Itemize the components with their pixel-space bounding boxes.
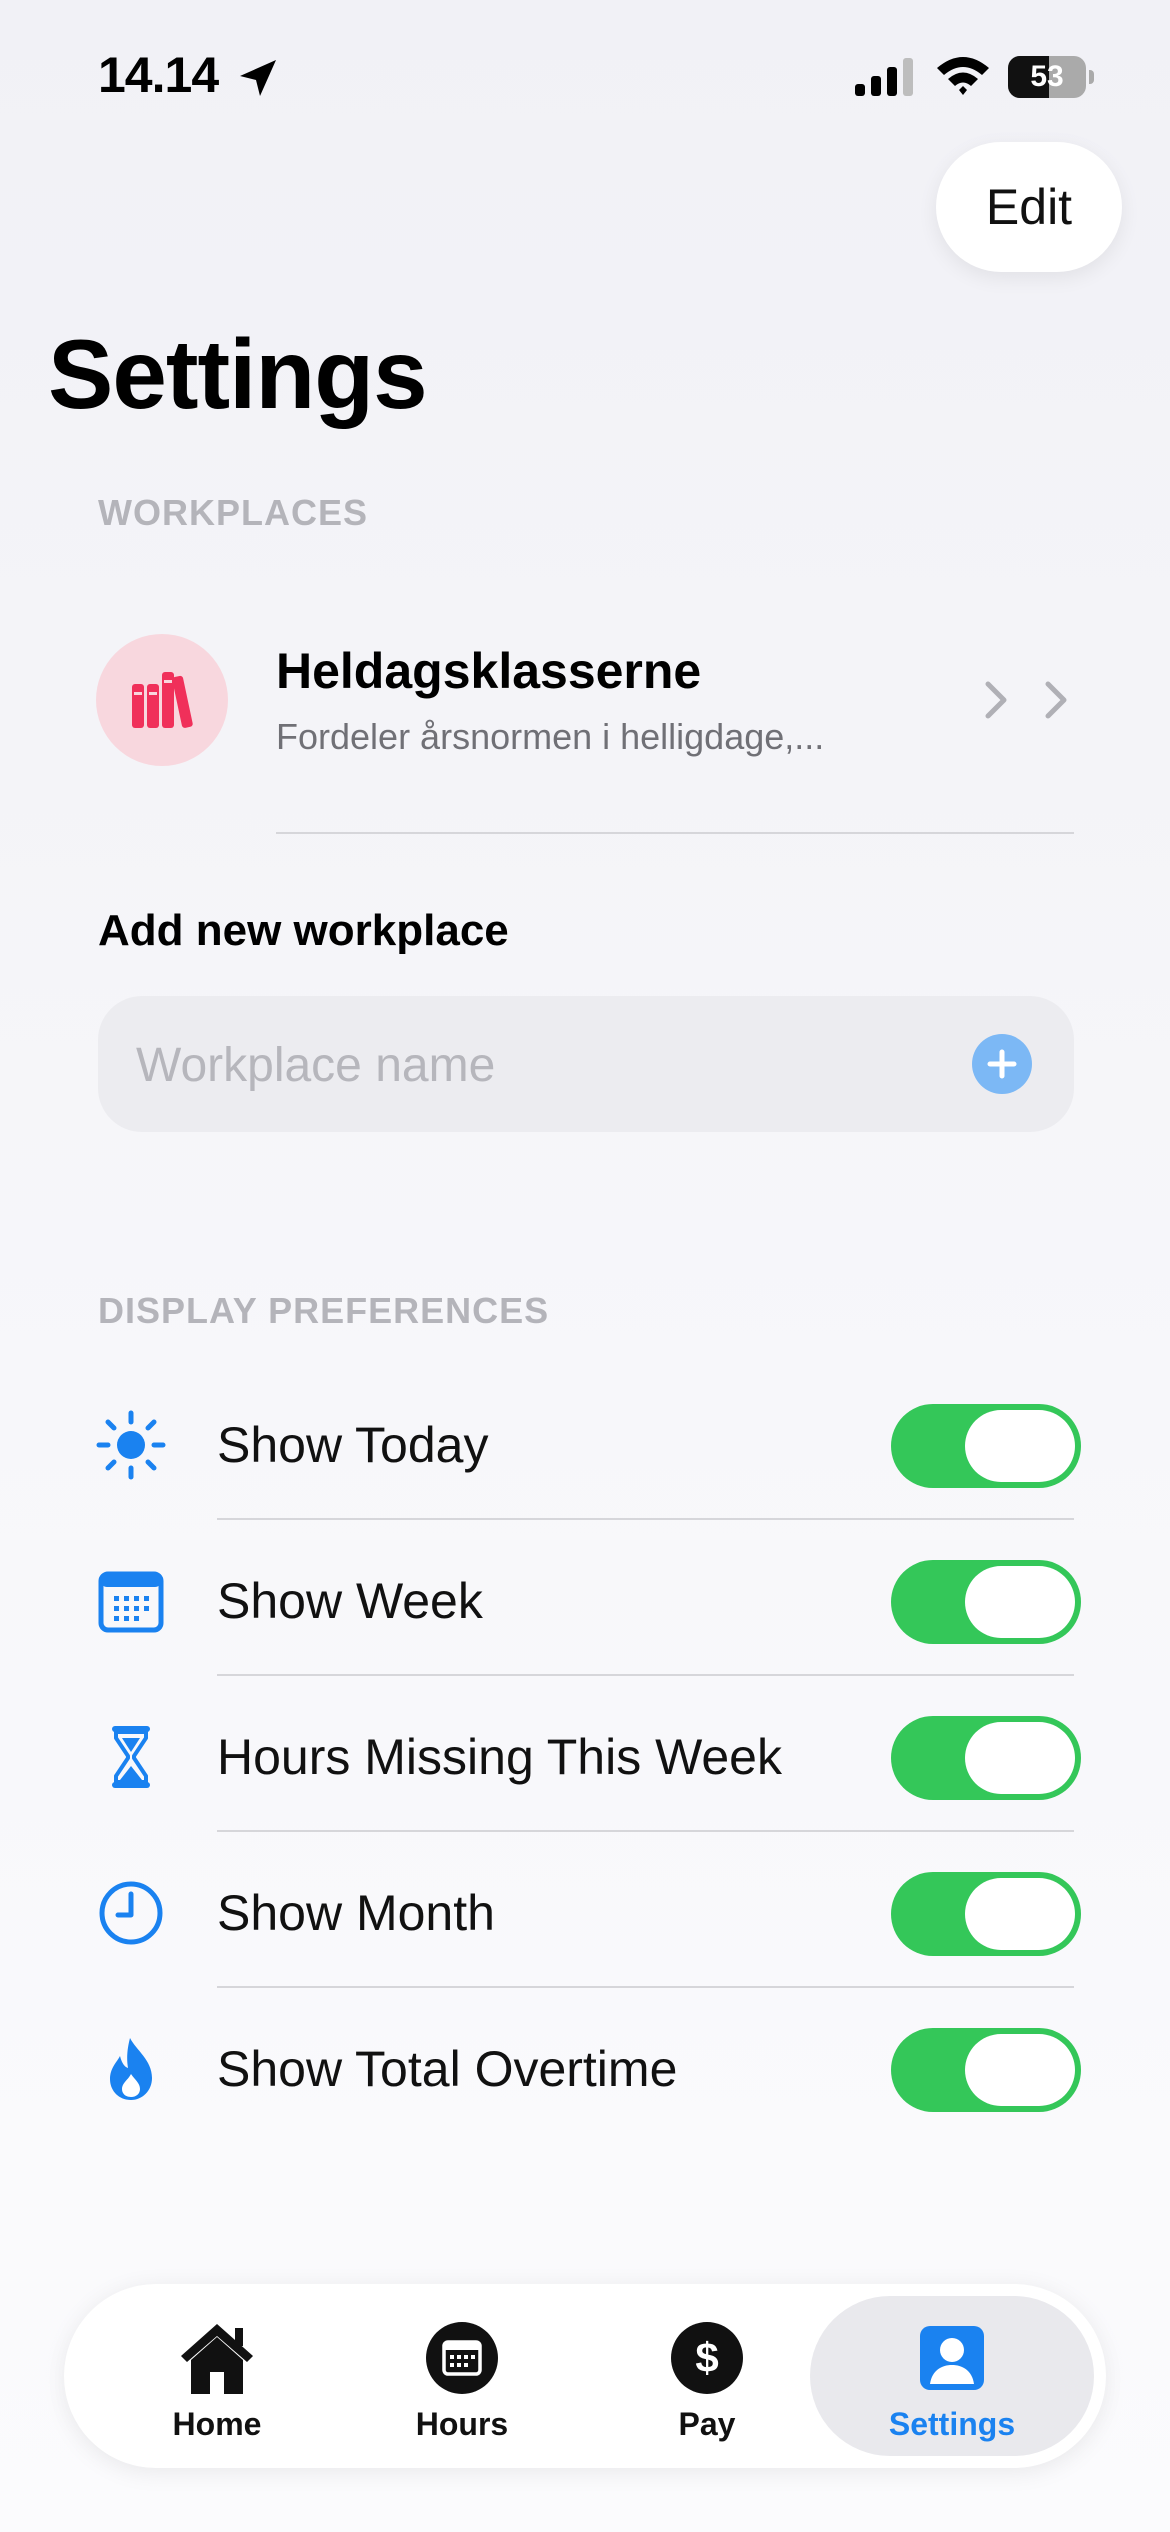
add-workplace-button[interactable] — [972, 1034, 1032, 1094]
show-total-overtime-toggle[interactable] — [891, 2028, 1081, 2112]
tab-label: Hours — [415, 2406, 509, 2442]
preference-row-hours-missing: Hours Missing This Week — [96, 1676, 1086, 1831]
preference-label: Hours Missing This Week — [217, 1729, 782, 1785]
tab-hours[interactable]: Hours — [337, 2296, 587, 2456]
sun-icon — [96, 1410, 166, 1480]
tab-bar: Home Hours $ Pay Settings — [64, 2284, 1106, 2468]
plus-icon — [987, 1049, 1017, 1079]
location-arrow-icon — [240, 60, 276, 96]
hours-missing-toggle[interactable] — [891, 1716, 1081, 1800]
preference-row-show-week: Show Week — [96, 1520, 1086, 1675]
preference-row-show-total-overtime: Show Total Overtime — [96, 1988, 1086, 2143]
preference-row-show-today: Show Today — [96, 1364, 1086, 1519]
house-icon — [181, 2324, 253, 2394]
person-icon — [920, 2326, 984, 2390]
dollar-circle-icon: $ — [671, 2322, 743, 2394]
wifi-icon — [937, 57, 989, 95]
workplaces-section-header: WORKPLACES — [98, 492, 368, 533]
svg-text:$: $ — [695, 2334, 718, 2381]
show-today-toggle[interactable] — [891, 1404, 1081, 1488]
divider — [276, 832, 1074, 834]
battery-level: 53 — [1030, 60, 1064, 93]
flame-icon — [110, 2038, 152, 2100]
workplace-avatar — [96, 634, 228, 766]
tab-pay[interactable]: $ Pay — [582, 2296, 832, 2456]
books-icon — [132, 672, 193, 728]
tab-label: Settings — [888, 2406, 1016, 2442]
preference-label: Show Month — [217, 1885, 495, 1941]
calendar-icon — [98, 1571, 164, 1633]
cellular-signal-icon — [855, 58, 913, 96]
show-week-toggle[interactable] — [891, 1560, 1081, 1644]
display-preferences-section-header: DISPLAY PREFERENCES — [98, 1290, 550, 1331]
workplace-name: Heldagsklasserne — [276, 643, 702, 699]
page-title: Settings — [48, 319, 428, 429]
workplace-name-input[interactable] — [134, 996, 938, 1134]
battery-indicator: 53 — [1008, 56, 1094, 98]
clock-icon — [99, 1881, 163, 1945]
tab-home[interactable]: Home — [92, 2296, 342, 2456]
chevron-right-icon — [1045, 681, 1067, 719]
workplace-row[interactable]: Heldagsklasserne Fordeler årsnormen i he… — [96, 630, 1076, 810]
chevron-right-icon — [985, 681, 1007, 719]
preference-label: Show Today — [217, 1417, 489, 1473]
tab-label: Pay — [678, 2406, 736, 2442]
preference-label: Show Week — [217, 1573, 483, 1629]
calendar-circle-icon — [426, 2322, 498, 2394]
hourglass-icon — [112, 1726, 150, 1788]
status-time: 14.14 — [98, 47, 219, 103]
add-workplace-label: Add new workplace — [98, 906, 509, 955]
preference-row-show-month: Show Month — [96, 1832, 1086, 1987]
tab-settings[interactable]: Settings — [810, 2296, 1094, 2456]
edit-button[interactable]: Edit — [936, 142, 1122, 272]
workplace-subtitle: Fordeler årsnormen i helligdage,... — [276, 716, 825, 757]
preference-label: Show Total Overtime — [217, 2041, 678, 2097]
tab-label: Home — [172, 2406, 262, 2442]
workplace-name-field — [98, 996, 1074, 1134]
show-month-toggle[interactable] — [891, 1872, 1081, 1956]
